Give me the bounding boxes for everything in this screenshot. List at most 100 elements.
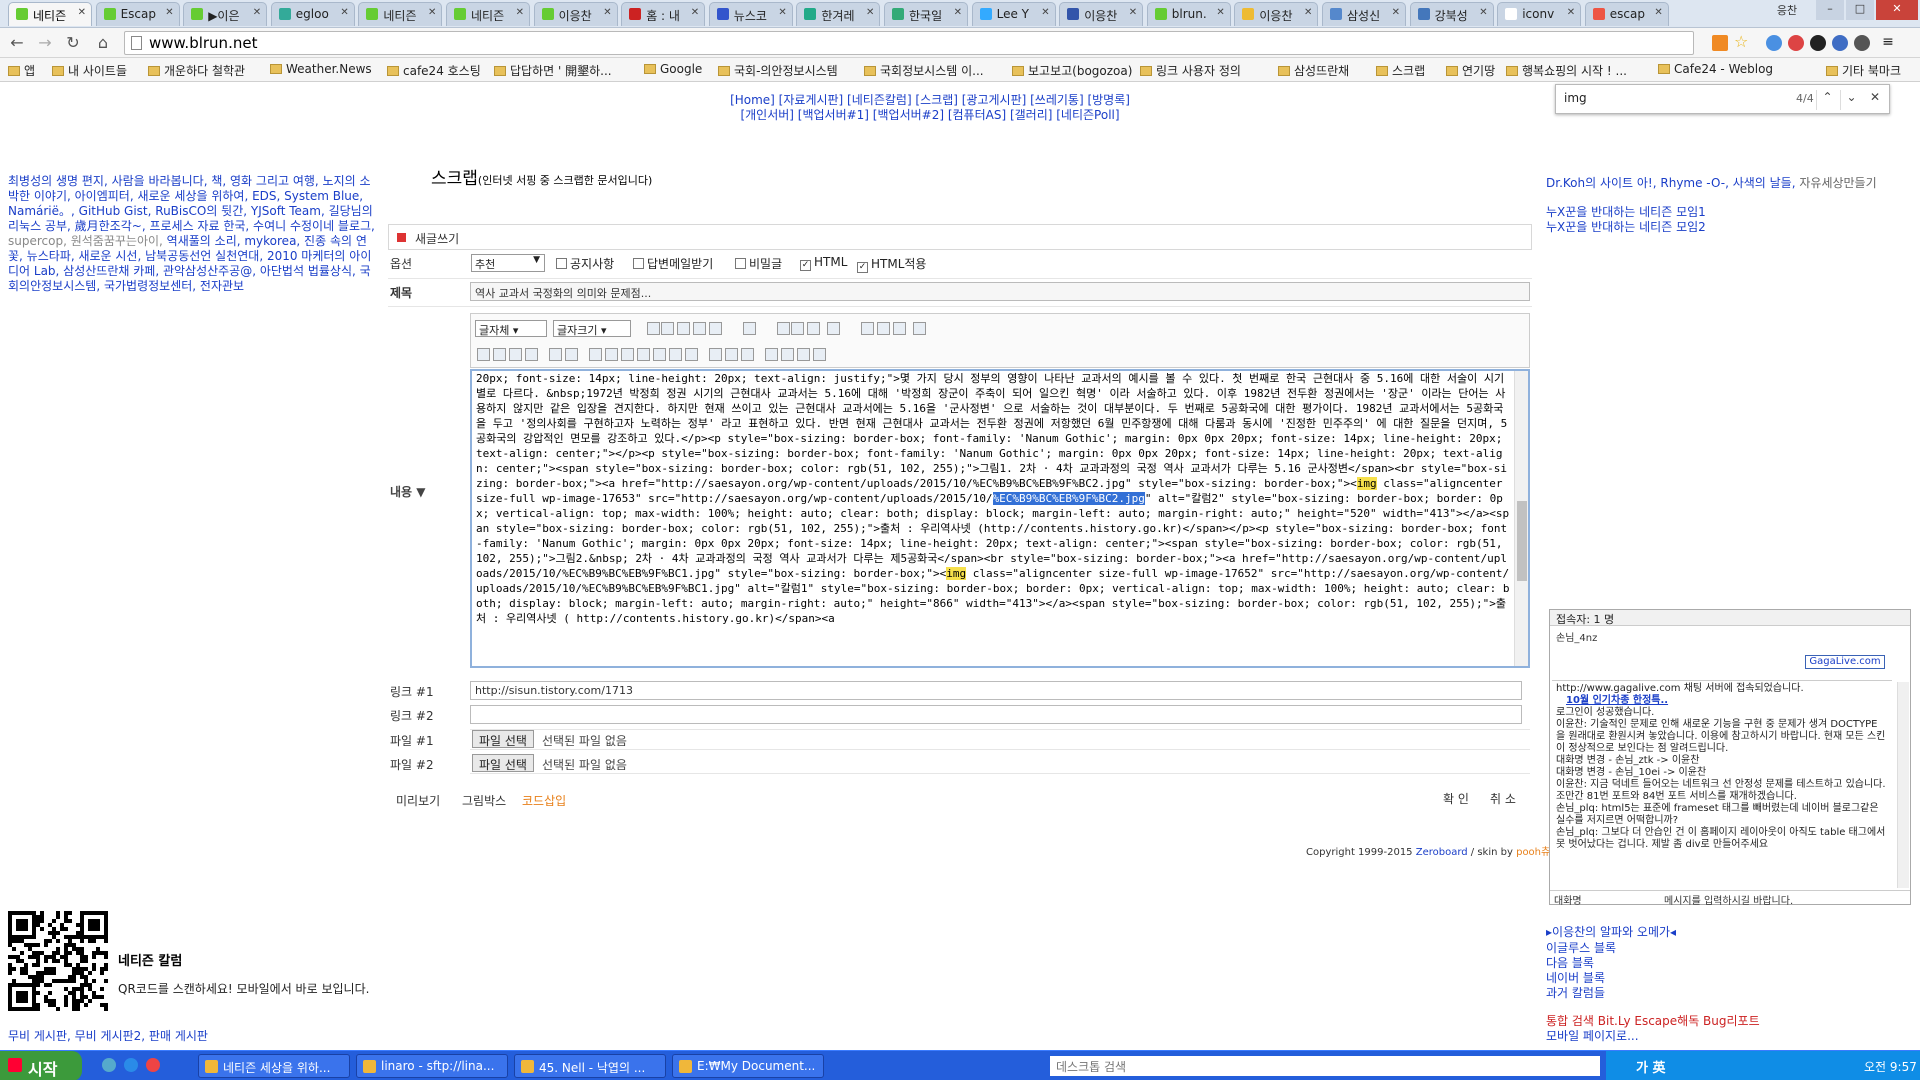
extension-icon[interactable] <box>1788 35 1804 51</box>
tab-close-icon[interactable]: ✕ <box>78 7 86 18</box>
tab-close-icon[interactable]: ✕ <box>778 7 786 18</box>
browser-tab[interactable]: 삼성신 ✕ <box>1322 2 1406 26</box>
format-icon[interactable] <box>477 348 490 361</box>
tab-close-icon[interactable]: ✕ <box>340 7 348 18</box>
browser-tab[interactable]: Escap ✕ <box>95 2 180 26</box>
toolbar-icon[interactable] <box>913 322 926 335</box>
tab-close-icon[interactable]: ✕ <box>516 7 524 18</box>
right-bottom-link[interactable]: 모바일 페이지로... <box>1546 1027 1639 1044</box>
start-button[interactable]: 시작 <box>0 1051 82 1080</box>
toolbar-icon[interactable] <box>791 322 804 335</box>
browser-tab[interactable]: iconv ✕ <box>1497 2 1582 26</box>
format-icon[interactable] <box>765 348 778 361</box>
find-input[interactable]: img <box>1564 91 1587 105</box>
file1-choose-button[interactable]: 파일 선택 <box>472 730 534 748</box>
format-icon[interactable] <box>621 348 634 361</box>
forward-icon[interactable]: → <box>34 32 56 54</box>
right-bottom-link[interactable]: ▸이응찬의 알파와 오메가◂ <box>1546 923 1676 940</box>
format-icon[interactable] <box>709 348 722 361</box>
taskbar-window-button[interactable]: 네티즌 세상을 위하... <box>198 1054 350 1078</box>
toolbar-icon[interactable] <box>661 322 674 335</box>
option-checkbox[interactable]: 공지사항 <box>556 255 614 272</box>
checkbox[interactable] <box>633 258 644 269</box>
browser-tab[interactable]: 홈 : 내 ✕ <box>621 2 706 26</box>
chat-scrollbar[interactable] <box>1897 682 1909 888</box>
format-icon[interactable] <box>509 348 522 361</box>
taskbar-window-button[interactable]: E:₩My Document... <box>672 1054 824 1078</box>
format-icon[interactable] <box>797 348 810 361</box>
right-link-b2[interactable]: 누X꾼을 반대하는 네티즌 모임2 <box>1546 218 1706 235</box>
bookmark-item[interactable]: cafe24 호스팅 <box>387 62 481 79</box>
bookmark-item[interactable]: Cafe24 - Weblog <box>1658 62 1773 76</box>
tab-close-icon[interactable]: ✕ <box>1479 7 1487 18</box>
link2-input[interactable] <box>470 705 1522 724</box>
tab-close-icon[interactable]: ✕ <box>1041 7 1049 18</box>
option-checkbox[interactable]: ✓ HTML <box>800 255 847 271</box>
subject-input[interactable]: 역사 교과서 국정화의 의미와 문제점... <box>470 282 1530 301</box>
home-icon[interactable]: ⌂ <box>92 32 114 54</box>
tab-close-icon[interactable]: ✕ <box>1567 7 1575 18</box>
browser-tab[interactable]: 네티즌 ✕ <box>358 2 443 26</box>
toolbar-icon[interactable] <box>777 322 790 335</box>
left-links-main[interactable]: 최병성의 생명 편지, 사람을 바라봅니다, 책, 영화 그리고 여행, 노지의… <box>8 174 375 233</box>
format-icon[interactable] <box>685 348 698 361</box>
checkbox[interactable] <box>556 258 567 269</box>
browser-tab[interactable]: egloo ✕ <box>270 2 355 26</box>
editor-scrollbar[interactable] <box>1514 371 1528 666</box>
bookmark-item[interactable]: 앱 <box>8 62 35 79</box>
toolbar-icon[interactable] <box>647 322 660 335</box>
tab-close-icon[interactable]: ✕ <box>428 7 436 18</box>
board-links[interactable]: 무비 게시판, 무비 게시판2, 판매 게시판 <box>8 1027 208 1044</box>
gridbox-button[interactable]: 그림박스 <box>462 792 506 809</box>
font-family-select[interactable]: 글자체 ▾ <box>475 320 547 337</box>
option-checkbox[interactable]: 답변메일받기 <box>633 255 713 272</box>
browser-tab[interactable]: 이응찬 ✕ <box>1234 2 1319 26</box>
bookmark-item[interactable]: 연기땅 <box>1446 62 1495 79</box>
browser-tab[interactable]: blrun. ✕ <box>1146 2 1231 26</box>
tab-close-icon[interactable]: ✕ <box>691 7 699 18</box>
link1-input[interactable]: http://sisun.tistory.com/1713 <box>470 681 1522 700</box>
find-prev-button[interactable]: ⌃ <box>1816 90 1838 110</box>
tab-close-icon[interactable]: ✕ <box>1216 7 1224 18</box>
toolbar-icon[interactable] <box>877 322 890 335</box>
ime-indicator[interactable]: 가 英 <box>1636 1057 1666 1076</box>
category-select[interactable]: 추천 ▼ <box>471 254 545 272</box>
format-icon[interactable] <box>525 348 538 361</box>
browser-tab[interactable]: ▶이은 ✕ <box>183 2 268 26</box>
tab-close-icon[interactable]: ✕ <box>1129 7 1137 18</box>
submit-button[interactable]: 확 인 <box>1443 790 1469 807</box>
browser-tab[interactable]: 이응찬 ✕ <box>1059 2 1144 26</box>
desktop-search-input[interactable]: 데스크톱 검색 <box>1050 1056 1600 1076</box>
chat-input[interactable]: 대화명 메시지를 입력하시길 바랍니다. <box>1550 890 1910 907</box>
option-checkbox[interactable]: ✓ HTML적용 <box>857 255 926 273</box>
bookmark-item[interactable]: 국회-의안정보시스템 <box>718 62 838 79</box>
preview-button[interactable]: 미리보기 <box>396 792 440 809</box>
chrome-icon[interactable] <box>146 1058 160 1072</box>
gagalive-link[interactable]: GagaLive.com <box>1805 655 1885 669</box>
extension-icon[interactable] <box>1854 35 1870 51</box>
bookmark-item[interactable]: Google <box>644 62 702 76</box>
file2-choose-button[interactable]: 파일 선택 <box>472 754 534 772</box>
bookmark-item[interactable]: 보고보고(bogozoa) <box>1012 62 1132 79</box>
format-icon[interactable] <box>781 348 794 361</box>
site-nav-line2[interactable]: [개인서버] [백업서버#1] [백업서버#2] [컴퓨터AS] [갤러리] [… <box>700 108 1160 123</box>
bookmark-item[interactable]: 기타 북마크 <box>1826 62 1901 79</box>
checkbox[interactable]: ✓ <box>800 260 811 271</box>
tab-close-icon[interactable]: ✕ <box>603 7 611 18</box>
back-icon[interactable]: ← <box>6 32 28 54</box>
toolbar-icon[interactable] <box>893 322 906 335</box>
format-icon[interactable] <box>493 348 506 361</box>
font-size-select[interactable]: 글자크기 ▾ <box>553 320 631 337</box>
minimize-button[interactable]: – <box>1816 0 1844 20</box>
find-close-button[interactable]: ✕ <box>1864 90 1886 110</box>
browser-tab[interactable]: 한겨레 ✕ <box>796 2 881 26</box>
browser-tab[interactable]: 한국일 ✕ <box>884 2 968 26</box>
reload-icon[interactable]: ↻ <box>62 32 84 54</box>
extension-icon[interactable] <box>1810 35 1826 51</box>
tab-close-icon[interactable]: ✕ <box>954 7 962 18</box>
extension-icon[interactable] <box>1766 35 1782 51</box>
bookmark-item[interactable]: 행복쇼핑의 시작 ! ... <box>1506 62 1627 79</box>
maximize-button[interactable]: □ <box>1846 0 1874 20</box>
taskbar-window-button[interactable]: 45. Nell - 낙엽의 ... <box>514 1054 666 1078</box>
left-links-gray[interactable]: supercop, 원석줌꿈꾸는아이, <box>8 234 163 248</box>
